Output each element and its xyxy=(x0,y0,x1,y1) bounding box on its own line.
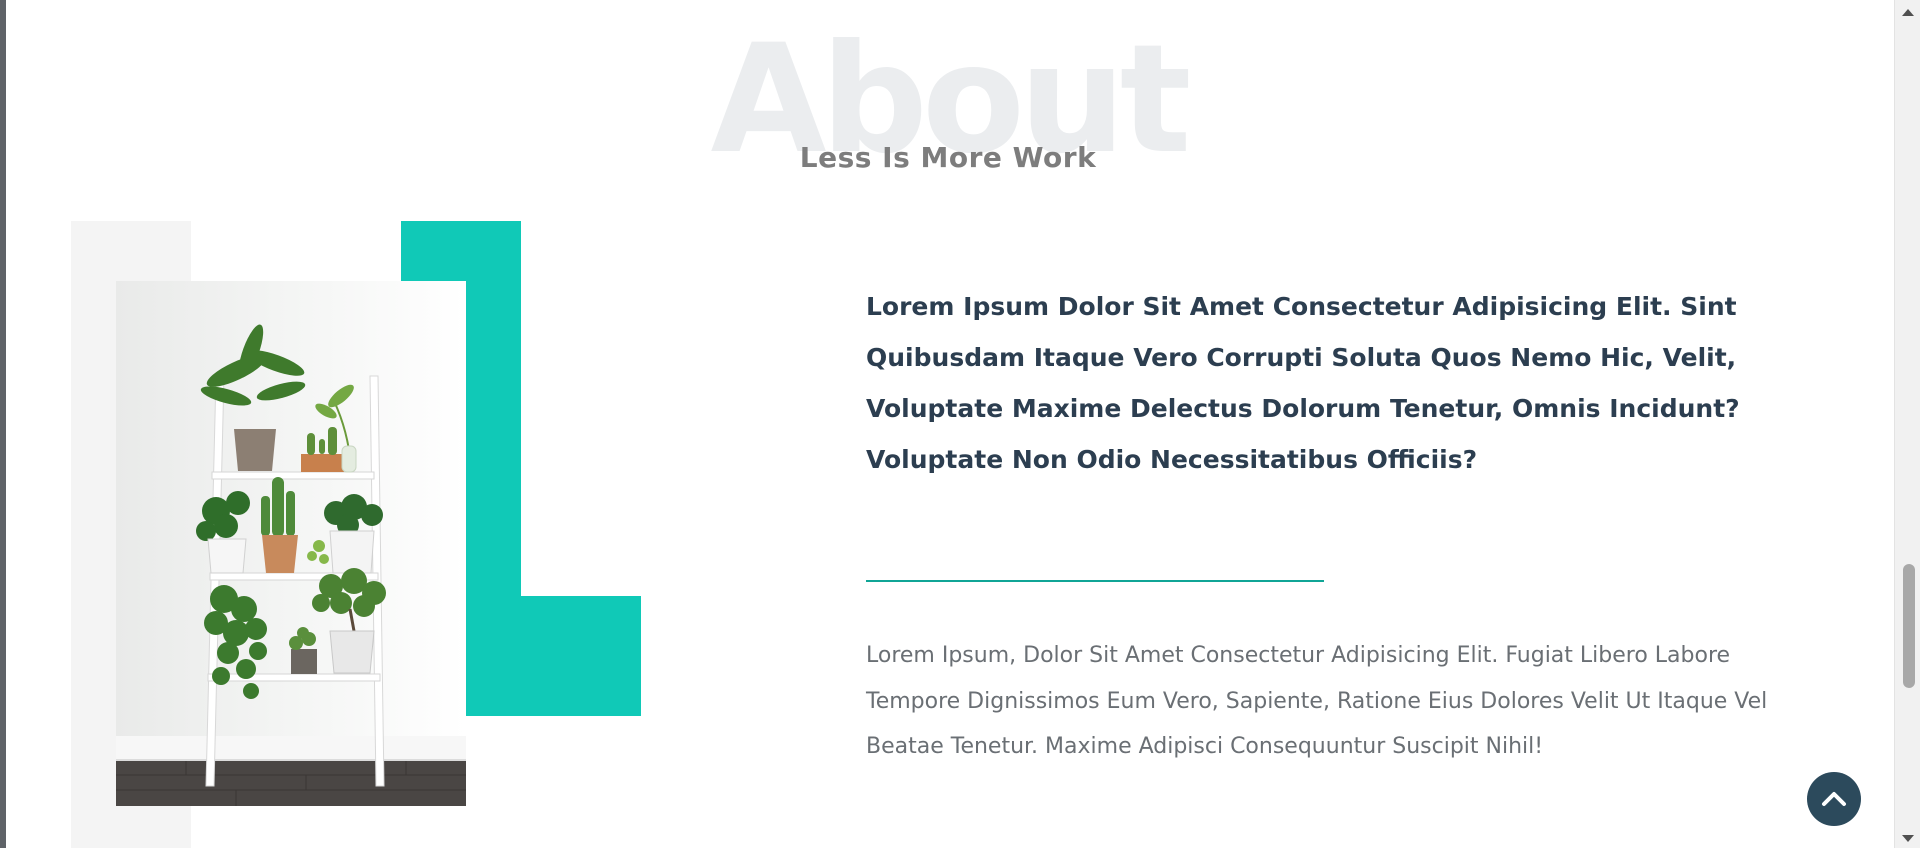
vertical-scrollbar[interactable] xyxy=(1894,0,1920,848)
chevron-up-icon xyxy=(1822,792,1846,806)
scroll-up-arrow-icon[interactable] xyxy=(1902,9,1914,16)
about-headline: Lorem Ipsum Dolor Sit Amet Consectetur A… xyxy=(866,292,1740,474)
plant-ladder-photo xyxy=(116,281,466,806)
scrollbar-thumb[interactable] xyxy=(1903,564,1915,688)
scroll-down-arrow-icon[interactable] xyxy=(1902,835,1914,842)
section-subtitle: Less Is More Work xyxy=(799,141,1097,174)
accent-divider xyxy=(866,580,1324,582)
back-to-top-button[interactable] xyxy=(1807,772,1861,826)
about-body-text: Lorem Ipsum, Dolor Sit Amet Consectetur … xyxy=(866,643,1768,759)
